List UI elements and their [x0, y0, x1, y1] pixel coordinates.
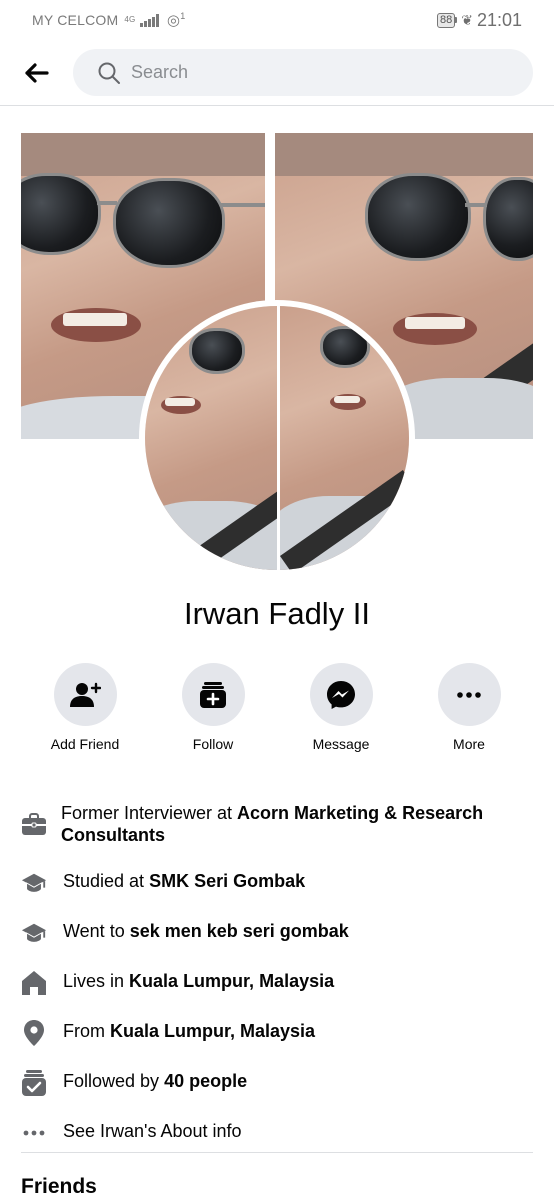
home-icon [21, 970, 47, 996]
detail-work[interactable]: Former Interviewer at Acorn Marketing & … [21, 802, 533, 846]
more-icon [457, 691, 481, 698]
profile-picture[interactable] [139, 300, 415, 576]
graduation-cap-icon [21, 870, 47, 896]
profile-details: Former Interviewer at Acorn Marketing & … [21, 800, 533, 1146]
more-circle[interactable] [437, 663, 501, 726]
location-pin-icon [21, 1020, 47, 1046]
profile-photo-right [277, 306, 409, 570]
followers-icon [21, 1070, 47, 1096]
message-label: Message [312, 736, 370, 752]
back-button[interactable] [22, 58, 52, 88]
message-circle[interactable] [309, 663, 373, 726]
hotspot-icon: ◎1 [166, 11, 186, 29]
network-type: 4G [124, 15, 136, 24]
add-friend-button[interactable]: Add Friend [21, 663, 149, 752]
action-buttons: Add Friend Follow Message More [21, 663, 533, 752]
graduation-cap-icon [21, 920, 47, 946]
follow-icon [200, 681, 226, 708]
friends-section-title: Friends [21, 1175, 97, 1198]
detail-studied[interactable]: Studied at SMK Seri Gombak [21, 870, 533, 896]
follow-label: Follow [192, 736, 234, 752]
detail-went-to[interactable]: Went to sek men keb seri gombak [21, 920, 533, 946]
message-button[interactable]: Message [277, 663, 405, 752]
battery-icon: 88 [436, 12, 458, 28]
top-bar [0, 40, 554, 106]
battery-level: 88 [436, 12, 456, 28]
more-button[interactable]: More [405, 663, 533, 752]
leaf-icon: ❦ [461, 11, 473, 28]
profile-photo-left [145, 306, 277, 570]
section-divider [21, 1152, 533, 1153]
detail-went-to-text: Went to sek men keb seri gombak [63, 921, 349, 941]
more-label: More [453, 736, 485, 752]
detail-lives-in-text: Lives in Kuala Lumpur, Malaysia [63, 971, 335, 991]
follow-button[interactable]: Follow [149, 663, 277, 752]
back-arrow-icon [25, 63, 49, 83]
ellipsis-icon [21, 1120, 47, 1146]
profile-name: Irwan Fadly II [183, 596, 371, 631]
clock: 21:01 [476, 9, 522, 30]
briefcase-icon [21, 812, 47, 838]
detail-from-text: From Kuala Lumpur, Malaysia [63, 1021, 316, 1041]
detail-from[interactable]: From Kuala Lumpur, Malaysia [21, 1020, 533, 1046]
hotspot-count: 1 [180, 11, 186, 21]
follow-circle[interactable] [181, 663, 245, 726]
detail-lives-in[interactable]: Lives in Kuala Lumpur, Malaysia [21, 970, 533, 996]
messenger-icon [327, 680, 355, 709]
detail-work-text: Former Interviewer at Acorn Marketing & … [61, 803, 484, 845]
status-bar: MY CELCOM 4G ◎1 88 ❦ 21:01 [0, 0, 554, 40]
signal-icon [140, 13, 159, 27]
status-right: 88 ❦ 21:01 [436, 9, 522, 31]
search-input[interactable] [131, 62, 491, 83]
search-icon [98, 62, 120, 84]
search-bar[interactable] [73, 49, 533, 96]
carrier-name: MY CELCOM [32, 12, 119, 28]
detail-followed-by-text: Followed by 40 people [63, 1071, 248, 1091]
about-info-link[interactable]: See Irwan's About info [63, 1120, 242, 1142]
status-left: MY CELCOM 4G ◎1 [32, 11, 185, 29]
add-friend-icon [70, 682, 101, 707]
detail-followed-by[interactable]: Followed by 40 people [21, 1070, 533, 1096]
add-friend-circle[interactable] [53, 663, 117, 726]
add-friend-label: Add Friend [50, 736, 120, 752]
detail-about-link[interactable]: See Irwan's About info [21, 1120, 533, 1146]
detail-studied-text: Studied at SMK Seri Gombak [63, 871, 306, 891]
profile-photo [145, 306, 409, 570]
